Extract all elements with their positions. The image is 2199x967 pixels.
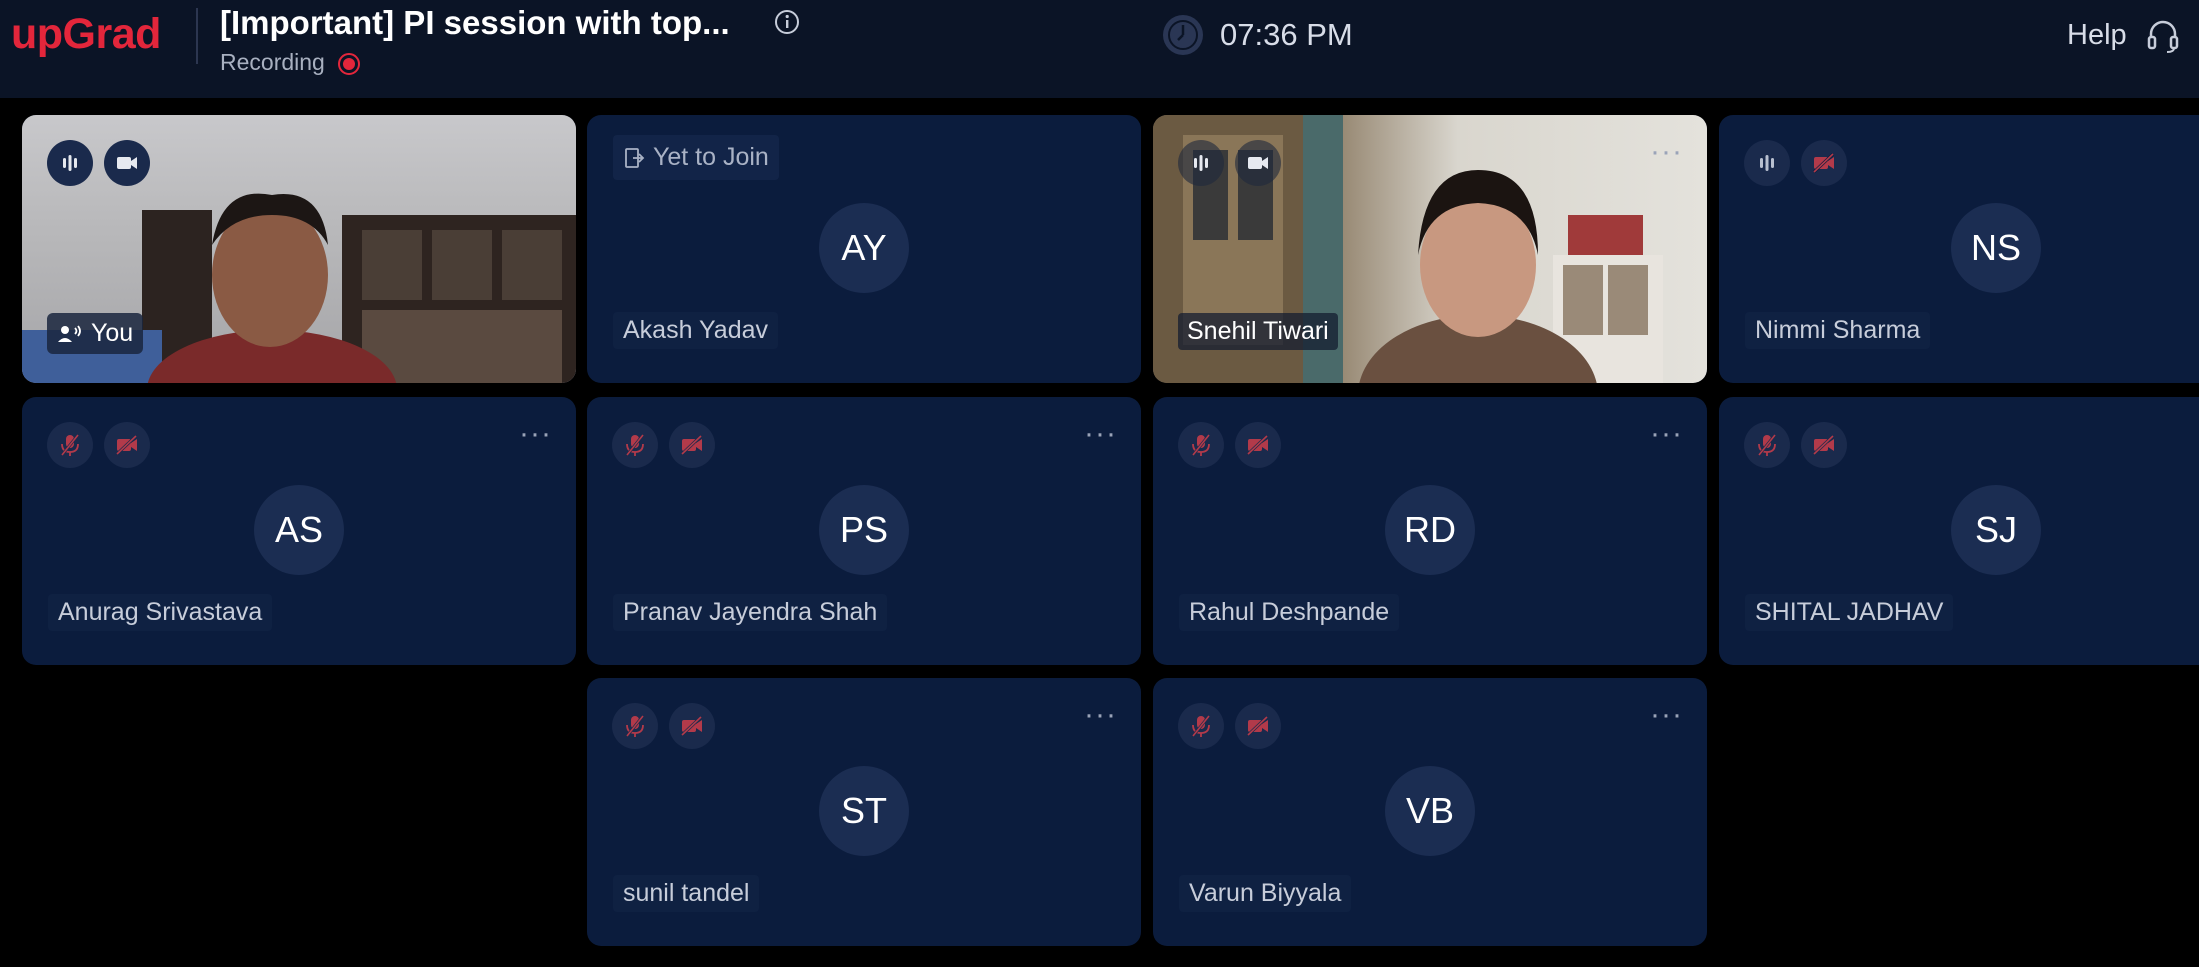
camera-on-icon — [1235, 140, 1281, 186]
participant-name: Rahul Deshpande — [1179, 594, 1400, 631]
meeting-header: upGrad [Important] PI session with top..… — [0, 0, 2199, 98]
info-icon[interactable] — [773, 8, 801, 36]
join-door-icon — [625, 147, 645, 168]
headset-icon[interactable] — [2145, 18, 2181, 54]
participant-name: Akash Yadav — [613, 312, 779, 349]
self-name-label: You — [47, 313, 144, 354]
participant-tile[interactable]: SJ SHITAL JADHAV — [1719, 397, 2199, 665]
mic-off-icon — [612, 422, 658, 468]
participant-avatar: RD — [1385, 485, 1475, 575]
camera-off-icon — [104, 422, 150, 468]
participant-name: SHITAL JADHAV — [1745, 594, 1954, 631]
participant-tile[interactable]: ··· PS Pranav Jayendra Shah — [587, 397, 1141, 665]
more-options-button[interactable]: ··· — [519, 417, 552, 451]
participant-avatar: AS — [254, 485, 344, 575]
recording-dot-icon — [338, 53, 360, 75]
more-options-button[interactable]: ··· — [1650, 135, 1683, 169]
mic-off-icon — [1178, 422, 1224, 468]
participant-avatar: ST — [819, 766, 909, 856]
header-divider — [196, 8, 198, 64]
yet-to-join-badge: Yet to Join — [613, 135, 779, 180]
camera-off-icon — [1801, 422, 1847, 468]
clock-icon — [1163, 15, 1203, 55]
camera-off-icon — [1801, 140, 1847, 186]
participant-avatar: VB — [1385, 766, 1475, 856]
self-name: You — [91, 319, 134, 347]
recording-label: Recording — [220, 49, 325, 75]
participant-name: Snehil Tiwari — [1178, 313, 1338, 350]
participant-tile[interactable]: ··· Snehil Tiwari — [1153, 115, 1707, 383]
participant-name: sunil tandel — [613, 875, 760, 912]
participant-name: Nimmi Sharma — [1745, 312, 1931, 349]
mic-off-icon — [1744, 422, 1790, 468]
more-options-button[interactable]: ··· — [1084, 698, 1117, 732]
upgrad-logo: upGrad — [11, 10, 161, 58]
more-options-button[interactable]: ··· — [1084, 417, 1117, 451]
participant-avatar: NS — [1951, 203, 2041, 293]
participant-tile[interactable]: Yet to Join AY Akash Yadav — [587, 115, 1141, 383]
participant-tile[interactable]: ··· AS Anurag Srivastava — [22, 397, 576, 665]
participant-name: Varun Biyyala — [1179, 875, 1352, 912]
participant-tile[interactable]: ··· ST sunil tandel — [587, 678, 1141, 946]
camera-off-icon — [669, 703, 715, 749]
mic-off-icon — [612, 703, 658, 749]
camera-on-icon[interactable] — [104, 140, 150, 186]
camera-off-icon — [1235, 703, 1281, 749]
mic-off-icon — [1178, 703, 1224, 749]
participant-tile-you[interactable]: You — [22, 115, 576, 383]
audio-level-indicator — [1744, 140, 1790, 186]
participant-name: Anurag Srivastava — [48, 594, 273, 631]
camera-off-icon — [1235, 422, 1281, 468]
session-title: [Important] PI session with top... — [220, 4, 730, 41]
mic-off-icon — [47, 422, 93, 468]
speaker-person-icon — [58, 324, 81, 342]
participant-tile[interactable]: ··· RD Rahul Deshpande — [1153, 397, 1707, 665]
participant-tile[interactable]: NS Nimmi Sharma — [1719, 115, 2199, 383]
audio-level-indicator — [1178, 140, 1224, 186]
more-options-button[interactable]: ··· — [1650, 698, 1683, 732]
more-options-button[interactable]: ··· — [1650, 417, 1683, 451]
camera-off-icon — [669, 422, 715, 468]
join-status: Yet to Join — [653, 143, 769, 171]
participant-avatar: SJ — [1951, 485, 2041, 575]
participant-avatar: AY — [819, 203, 909, 293]
meeting-clock: 07:36 PM — [1220, 17, 1353, 52]
participant-avatar: PS — [819, 485, 909, 575]
participant-tile[interactable]: ··· VB Varun Biyyala — [1153, 678, 1707, 946]
participant-name: Pranav Jayendra Shah — [613, 594, 888, 631]
audio-level-indicator — [47, 140, 93, 186]
help-button[interactable]: Help — [2067, 19, 2127, 52]
